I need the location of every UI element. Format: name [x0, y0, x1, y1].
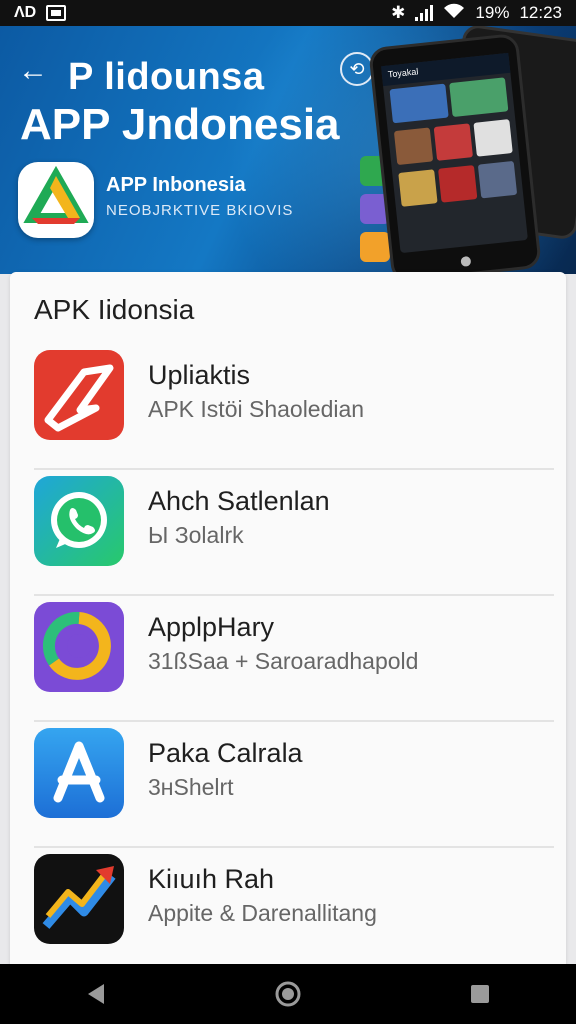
app-description: 3ʜShelrt — [148, 774, 234, 800]
back-triangle-icon[interactable] — [66, 964, 126, 1024]
thumbnail — [389, 83, 449, 124]
home-circle-icon[interactable] — [258, 964, 318, 1024]
wifi-icon — [443, 3, 465, 24]
purple-app-icon — [34, 602, 124, 692]
thumbnail — [398, 169, 438, 207]
app-list-item[interactable]: Paka Calrala 3ʜShelrt — [34, 722, 554, 848]
status-left: ΛD — [14, 4, 67, 22]
signal-icon — [415, 5, 434, 21]
phone-screen: Toyakal — [381, 52, 528, 254]
hero-tagline: NEOBJRKTIVE BKIOVIS — [106, 202, 294, 219]
app-list-item[interactable]: Ahch Satlenlan Ы Зolalrk — [34, 470, 554, 596]
phone-home-button — [460, 255, 472, 267]
thumbnail — [393, 127, 434, 166]
navigation-bar — [0, 964, 576, 1024]
hero-title-line1: P lidounsa — [68, 56, 265, 98]
battery-level: 19% — [475, 3, 510, 22]
back-arrow-icon[interactable]: ← — [18, 56, 48, 86]
thumbnail — [438, 165, 478, 203]
app-list-item[interactable]: Kiıuıh Rah Appite & Darenallitang — [34, 848, 554, 974]
image-notification-icon — [46, 5, 67, 21]
whatsapp-icon — [34, 476, 124, 566]
app-name: Paka Calrala — [148, 738, 303, 768]
section-title: APK Iidonsia — [34, 294, 195, 325]
thumbnail — [449, 77, 509, 118]
app-name: Ahch Satlenlan — [148, 486, 330, 516]
thumbnail — [477, 160, 518, 199]
app-description: Appite & Darenallitang — [148, 900, 377, 926]
red-app-icon — [34, 350, 124, 440]
app-list-card: APK Iidonsia Upliaktis APK Istöi Shaoled… — [10, 272, 566, 972]
status-glyph: ΛD — [14, 4, 37, 21]
thumbnail — [433, 123, 474, 161]
app-name: Kiıuıh Rah — [148, 864, 275, 894]
app-name: ApplpHary — [148, 612, 275, 642]
app-logo-icon — [18, 162, 94, 238]
status-right: ✱ 19% 12:23 — [391, 3, 562, 24]
app-name: Upliaktis — [148, 360, 251, 390]
app-store-icon — [34, 728, 124, 818]
refresh-badge-icon[interactable]: ⟲ — [340, 52, 374, 86]
orange-tile-icon — [360, 232, 390, 262]
hero-banner: ← P lidounsa APP Jndonesia ⟲ APP Inbones… — [0, 26, 576, 274]
phone-illustration: Toyakal — [368, 32, 542, 274]
recents-square-icon[interactable] — [450, 964, 510, 1024]
thumbnail — [473, 119, 513, 157]
app-list-item[interactable]: Upliaktis APK Istöi Shaoledian — [34, 344, 554, 470]
bluetooth-icon: ✱ — [391, 3, 406, 22]
clock: 12:23 — [519, 3, 562, 22]
app-description: 31ßSaa + Saroaradhapold — [148, 648, 419, 674]
status-bar: ΛD ✱ 19% 12:23 — [0, 0, 576, 26]
chart-arrow-icon — [34, 854, 124, 944]
hero-subtitle: APP Inbonesia — [106, 174, 246, 196]
app-description: Ы Зolalrk — [148, 522, 244, 548]
app-list-item[interactable]: ApplpHary 31ßSaa + Saroaradhapold — [34, 596, 554, 722]
app-description: APK Istöi Shaoledian — [148, 396, 365, 422]
hero-title-line2: APP Jndonesia — [20, 100, 340, 149]
